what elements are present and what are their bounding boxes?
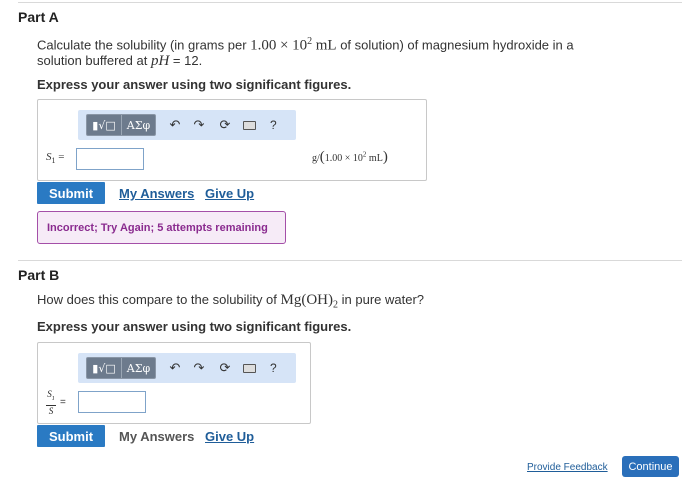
question-text-line2: solution buffered at <box>37 53 151 69</box>
symbols-button[interactable]: ΑΣφ <box>121 358 155 378</box>
unit-ml: mL <box>315 37 337 54</box>
unit-times: × <box>344 153 351 164</box>
ph-value: = 12. <box>169 53 203 69</box>
top-divider <box>18 2 682 3</box>
templates-button[interactable]: ▮√□ <box>87 358 121 378</box>
ratio-answer-input[interactable] <box>78 391 146 413</box>
formula-mg-oh: Mg(OH) <box>280 292 334 308</box>
part-b-instruction: Express your answer using two significan… <box>37 319 352 334</box>
equals-sign: = <box>58 151 65 163</box>
power-base: 10 <box>292 37 308 54</box>
answer-unit: g/(1.00 × 102 mL) <box>312 149 388 165</box>
part-a-title: Part A <box>18 9 59 25</box>
reset-icon[interactable]: ⟳ <box>217 117 233 133</box>
part-a-question-line2: solution buffered at pH = 12. <box>37 53 677 69</box>
part-divider <box>18 260 682 261</box>
answer-label-s1: S1 = <box>46 151 64 165</box>
variable-subscript: 1 <box>51 156 56 166</box>
symbols-button[interactable]: ΑΣφ <box>121 115 155 135</box>
part-b-question: How does this compare to the solubility … <box>37 292 424 314</box>
part-b-give-up-link[interactable]: Give Up <box>205 429 254 444</box>
reset-icon[interactable]: ⟳ <box>217 360 233 376</box>
s1-answer-input[interactable] <box>76 148 144 170</box>
part-a-my-answers-link[interactable]: My Answers <box>119 186 194 201</box>
ph-symbol: pH <box>150 53 170 70</box>
power-exponent: 2 <box>307 36 313 47</box>
keyboard-icon[interactable] <box>241 117 257 133</box>
unit-grams: g/ <box>312 153 320 164</box>
undo-icon[interactable]: ↶ <box>167 360 183 376</box>
unit-exponent: 2 <box>362 150 367 159</box>
part-a-feedback-message: Incorrect; Try Again; 5 attempts remaini… <box>37 211 286 244</box>
part-b-submit-button[interactable]: Submit <box>37 425 105 447</box>
redo-icon[interactable]: ↷ <box>191 360 207 376</box>
equals-sign: = <box>60 397 66 409</box>
part-a-equation-toolbar: ▮√□ ΑΣφ ↶ ↷ ⟳ ? <box>78 110 296 140</box>
undo-icon[interactable]: ↶ <box>167 117 183 133</box>
ratio-fraction: S1 S <box>46 390 56 416</box>
unit-number: 1.00 <box>324 153 343 164</box>
part-a-answer-box: ▮√□ ΑΣφ ↶ ↷ ⟳ ? S1 = g/(1.00 × 102 mL) <box>37 99 427 181</box>
numerator-subscript: 1 <box>51 395 55 402</box>
keyboard-icon[interactable] <box>241 360 257 376</box>
part-b-my-answers-link[interactable]: My Answers <box>119 429 194 444</box>
fraction-denominator: S <box>48 405 54 416</box>
question-text: How does this compare to the solubility … <box>37 292 281 307</box>
times-symbol: × <box>280 37 289 54</box>
answer-label-ratio: S1 S = <box>46 390 66 416</box>
part-a-submit-button[interactable]: Submit <box>37 182 105 204</box>
unit-base: 10 <box>352 153 363 164</box>
part-b-title: Part B <box>18 267 60 283</box>
toolbar-button-group: ▮√□ ΑΣφ <box>86 114 156 136</box>
part-b-answer-box: ▮√□ ΑΣφ ↶ ↷ ⟳ ? S1 S = <box>37 342 311 424</box>
part-a-instruction: Express your answer using two significan… <box>37 77 352 92</box>
quantity-number: 1.00 <box>250 37 277 54</box>
help-button[interactable]: ? <box>270 361 277 375</box>
provide-feedback-link[interactable]: Provide Feedback <box>527 462 608 473</box>
part-a-question-line1: Calculate the solubility (in grams per 1… <box>37 34 677 53</box>
part-b-equation-toolbar: ▮√□ ΑΣφ ↶ ↷ ⟳ ? <box>78 353 296 383</box>
redo-icon[interactable]: ↷ <box>191 117 207 133</box>
continue-button[interactable]: Continue <box>622 456 679 477</box>
part-a-question: Calculate the solubility (in grams per 1… <box>37 34 677 69</box>
part-a-give-up-link[interactable]: Give Up <box>205 186 254 201</box>
toolbar-button-group: ▮√□ ΑΣφ <box>86 357 156 379</box>
question-text-cont: in pure water? <box>338 292 425 307</box>
help-button[interactable]: ? <box>270 118 277 132</box>
unit-ml: mL <box>368 153 383 164</box>
question-text-cont: of solution) of magnesium hydroxide in a <box>336 37 574 53</box>
templates-button[interactable]: ▮√□ <box>87 115 121 135</box>
question-text: Calculate the solubility (in grams per <box>37 37 251 53</box>
